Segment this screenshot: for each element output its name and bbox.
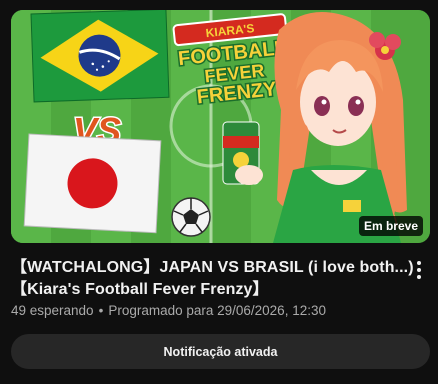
video-thumbnail[interactable]: VS KIARA'S FOOTBALL FEVER FRENZY Em brev… [11, 10, 430, 243]
video-card[interactable]: VS KIARA'S FOOTBALL FEVER FRENZY Em brev… [0, 0, 438, 384]
upcoming-badge: Em breve [358, 216, 423, 236]
japan-flag [23, 133, 162, 234]
video-title-line1[interactable]: 【WATCHALONG】JAPAN VS BRASIL (i love both… [11, 257, 414, 279]
video-title[interactable]: 【WATCHALONG】JAPAN VS BRASIL (i love both… [11, 257, 414, 301]
more-vert-icon [417, 261, 421, 279]
video-title-line2[interactable]: 【Kiara's Football Fever Frenzy】 [11, 279, 403, 301]
more-options-button[interactable] [408, 258, 430, 282]
metadata-separator: • [98, 303, 104, 318]
drink-can [222, 121, 263, 185]
brazil-flag [30, 10, 170, 103]
scheduled-time: Programado para 29/06/2026, 12:30 [108, 303, 326, 318]
thumbnail-artwork: VS KIARA'S FOOTBALL FEVER FRENZY [11, 10, 430, 243]
notification-button[interactable]: Notificação ativada [11, 334, 430, 369]
video-metadata: 49 esperando • Programado para 29/06/2026,… [11, 303, 326, 318]
soccer-ball [171, 197, 211, 237]
waiting-count: 49 esperando [11, 303, 94, 318]
